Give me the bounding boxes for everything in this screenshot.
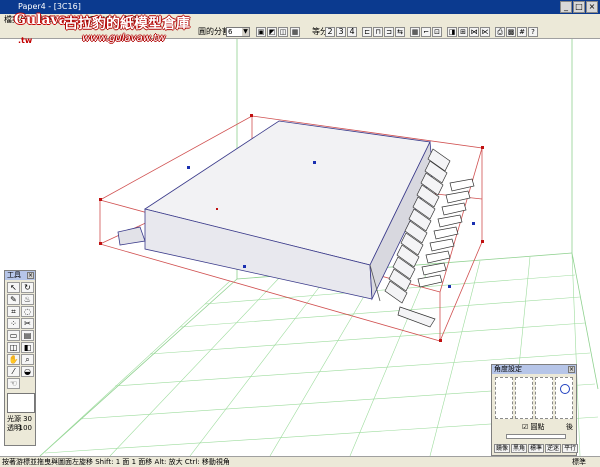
texture-icon[interactable]: ▩ — [506, 27, 516, 37]
angle-preset[interactable] — [495, 377, 513, 419]
grid-icon[interactable]: ▦ — [410, 27, 420, 37]
watermark-title: 古拉豹的紙模型倉庫 — [64, 16, 190, 32]
divide-3-button[interactable]: 3 — [336, 27, 346, 37]
eyedropper-icon[interactable]: ⁄ — [7, 366, 20, 377]
maximize-button[interactable]: □ — [573, 1, 585, 13]
layer-icon[interactable]: ◫ — [7, 342, 20, 353]
zoom-icon[interactable]: ⌕ — [21, 354, 34, 365]
angle-panel: 角度設定 × ☑ 圓點 後 鏡像 黑角 標準 逆迷 平行 — [491, 364, 579, 456]
left-pin — [117, 226, 146, 246]
number-icon[interactable]: # — [517, 27, 527, 37]
reverse-button[interactable]: 逆迷 — [545, 444, 562, 453]
lasso-icon[interactable]: ◌ — [21, 306, 34, 317]
window-controls: _ □ × — [560, 1, 598, 13]
connector-model — [117, 120, 434, 302]
unfold-icon[interactable]: ⊞ — [458, 27, 468, 37]
close-button[interactable]: × — [586, 1, 598, 13]
chevron-down-icon: ▼ — [242, 28, 249, 36]
close-icon[interactable]: × — [27, 272, 34, 279]
transparency-value: 100 — [18, 424, 32, 432]
light-row: 光源 30 — [5, 415, 35, 424]
status-bar: 按著游標並拖曳與圖面左旋移 Shift: 1 面 1 面移 Alt: 放大 Ct… — [0, 456, 600, 467]
angle-presets — [492, 374, 576, 419]
tool-panel-title: 工具 — [7, 271, 21, 279]
mirror-button[interactable]: 鏡像 — [494, 444, 511, 453]
watermark-logo: Gulavaw 古拉豹的紙模型倉庫 www.gulavaw.tw .tw — [6, 10, 196, 50]
close-icon[interactable]: × — [568, 366, 575, 373]
mirror-icon[interactable]: ◨ — [447, 27, 457, 37]
minimize-button[interactable]: _ — [560, 1, 572, 13]
color-swatch[interactable] — [7, 393, 35, 413]
stack-icon[interactable]: ▤ — [21, 330, 34, 341]
dot-checkbox-label: 圓點 — [530, 423, 545, 431]
tool-grid: ↖ ↻ ✎ ♨ ⌗ ◌ ⁘ ✂ ▭ ▤ ◫ ◧ ✋ ⌕ ⁄ ◒ ☜ — [5, 280, 35, 391]
face-icon[interactable]: ▦ — [290, 27, 300, 37]
angle-slider[interactable] — [506, 434, 566, 439]
parallel-button[interactable]: 平行 — [562, 444, 579, 453]
move-icon[interactable]: ✋ — [7, 354, 20, 365]
nodes-icon[interactable]: ⁘ — [7, 318, 20, 329]
angle-panel-title: 角度設定 — [494, 365, 522, 373]
divide-4-button[interactable]: 4 — [347, 27, 357, 37]
pen-icon[interactable]: ✎ — [7, 294, 20, 305]
checkbox-icon[interactable]: ☑ — [522, 423, 528, 431]
angle-preset[interactable] — [535, 377, 553, 419]
angle-buttons: 鏡像 黑角 標準 逆迷 平行 — [494, 444, 579, 453]
scissors-icon[interactable]: ✂ — [21, 318, 34, 329]
transparency-row: 透明 100 — [5, 424, 35, 433]
divide-2-button[interactable]: 2 — [325, 27, 335, 37]
angle-panel-header[interactable]: 角度設定 × — [492, 365, 576, 374]
wire-icon[interactable]: ◫ — [278, 27, 288, 37]
black-corner-button[interactable]: 黑角 — [511, 444, 528, 453]
bucket-icon[interactable]: ◒ — [21, 366, 34, 377]
join-icon[interactable]: ⋈ — [469, 27, 479, 37]
tool-panel: 工具 × ↖ ↻ ✎ ♨ ⌗ ◌ ⁘ ✂ ▭ ▤ ◫ ◧ ✋ ⌕ ⁄ ◒ ☜ 光源 30 透明 100 — [4, 270, 36, 446]
split-icon[interactable]: ⋉ — [480, 27, 490, 37]
left-floor-edge — [39, 278, 238, 456]
view-icon[interactable]: ▣ — [256, 27, 266, 37]
division-value: 6 — [228, 28, 233, 36]
edge-icon[interactable]: ⌐ — [421, 27, 431, 37]
shade-icon[interactable]: ◩ — [267, 27, 277, 37]
hand-icon[interactable]: ♨ — [21, 294, 34, 305]
arrow-icon[interactable]: ↖ — [7, 282, 20, 293]
dot-checkbox-row[interactable]: ☑ 圓點 — [522, 422, 545, 432]
shape-icon[interactable]: ▭ — [7, 330, 20, 341]
tool-panel-header[interactable]: 工具 × — [5, 271, 35, 280]
watermark-tw: .tw — [18, 36, 33, 45]
light-label: 光源 — [7, 415, 21, 423]
division-select[interactable]: 6 ▼ — [226, 27, 250, 37]
light-value: 30 — [23, 415, 32, 423]
angle-preset[interactable] — [555, 377, 573, 419]
help-icon[interactable]: ? — [528, 27, 538, 37]
hand-small-icon[interactable]: ☜ — [7, 378, 20, 389]
align-left-icon[interactable]: ⊏ — [362, 27, 372, 37]
tab-icon[interactable]: ⊡ — [432, 27, 442, 37]
standard-button[interactable]: 標準 — [528, 444, 545, 453]
compass-icon — [560, 384, 570, 394]
rotate-icon[interactable]: ↻ — [21, 282, 34, 293]
print-icon[interactable]: ⎙ — [495, 27, 505, 37]
back-marker: 後 — [566, 423, 573, 431]
flip-icon[interactable]: ⇆ — [395, 27, 405, 37]
watermark-url: www.gulavaw.tw — [82, 33, 166, 44]
angle-preset[interactable] — [515, 377, 533, 419]
fill-icon[interactable]: ◧ — [21, 342, 34, 353]
align-right-icon[interactable]: ⊐ — [384, 27, 394, 37]
align-center-icon[interactable]: ⊓ — [373, 27, 383, 37]
crop-icon[interactable]: ⌗ — [7, 306, 20, 317]
